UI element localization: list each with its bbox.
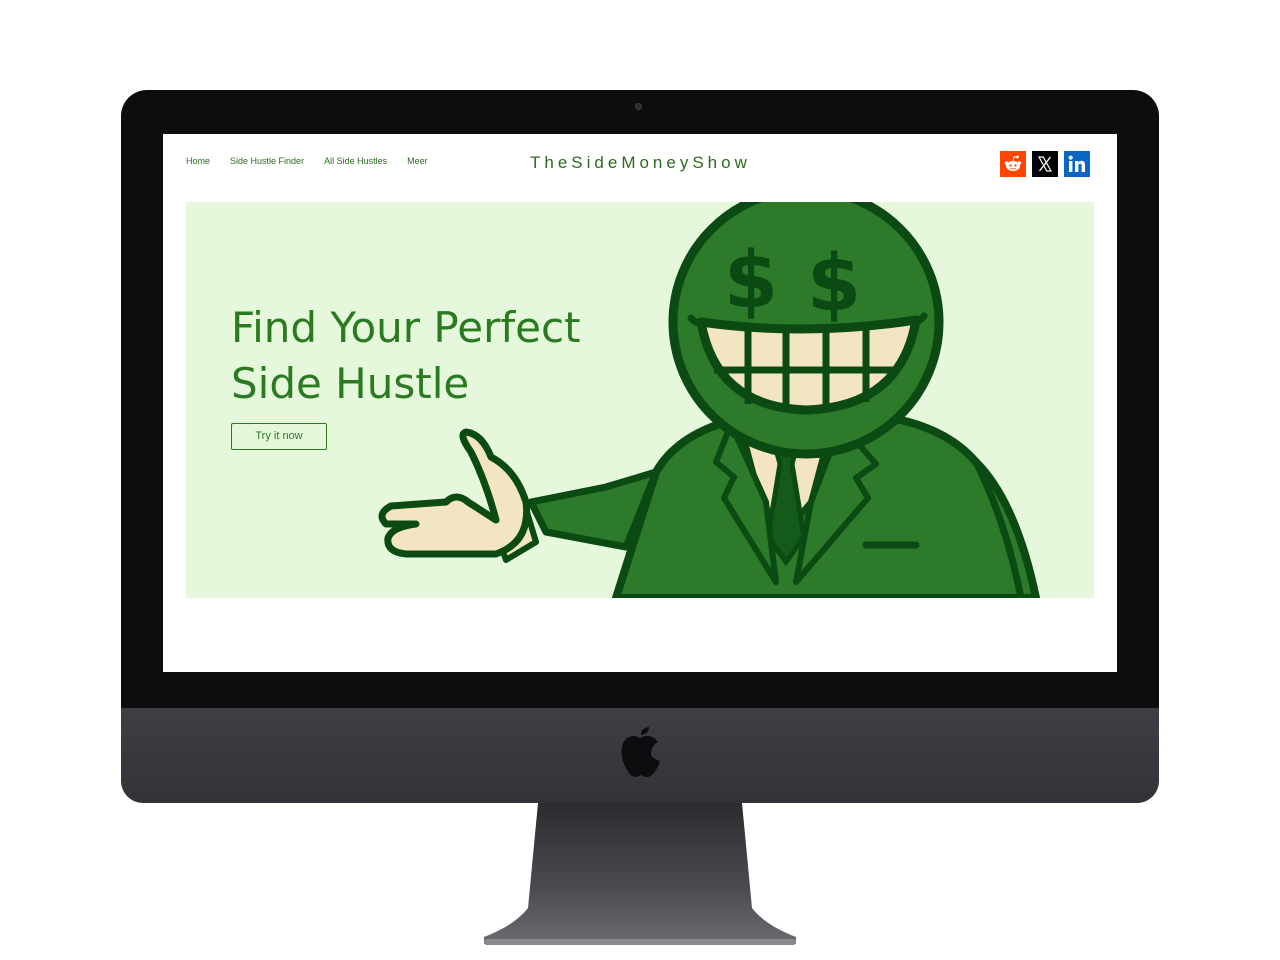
linkedin-icon[interactable] — [1064, 151, 1090, 177]
try-it-now-button[interactable]: Try it now — [231, 423, 327, 450]
browser-screen: Home Side Hustle Finder All Side Hustles… — [163, 134, 1117, 672]
nav-item-home[interactable]: Home — [186, 156, 210, 166]
hero-title-line-1: Find Your Perfect — [231, 303, 581, 352]
imac-mockup: Home Side Hustle Finder All Side Hustles… — [0, 0, 1280, 960]
hero-banner: $ $ Find Your Perfect Side Hustle Try it… — [186, 202, 1094, 598]
camera-icon — [635, 103, 642, 110]
nav-item-side-hustle-finder[interactable]: Side Hustle Finder — [230, 156, 304, 166]
monitor-stand — [484, 803, 796, 945]
social-links — [1000, 151, 1090, 177]
reddit-icon[interactable] — [1000, 151, 1026, 177]
hero-title: Find Your Perfect Side Hustle — [231, 300, 581, 412]
svg-text:$: $ — [807, 239, 861, 329]
site-header: Home Side Hustle Finder All Side Hustles… — [163, 134, 1117, 194]
nav-item-more[interactable]: Meer — [407, 156, 428, 166]
x-icon[interactable] — [1032, 151, 1058, 177]
svg-text:$: $ — [724, 236, 778, 326]
apple-logo-icon — [621, 727, 660, 777]
nav-item-all-side-hustles[interactable]: All Side Hustles — [324, 156, 387, 166]
site-logo-title[interactable]: TheSideMoneyShow — [530, 153, 750, 173]
main-navigation: Home Side Hustle Finder All Side Hustles… — [186, 156, 428, 166]
hero-title-line-2: Side Hustle — [231, 359, 470, 408]
